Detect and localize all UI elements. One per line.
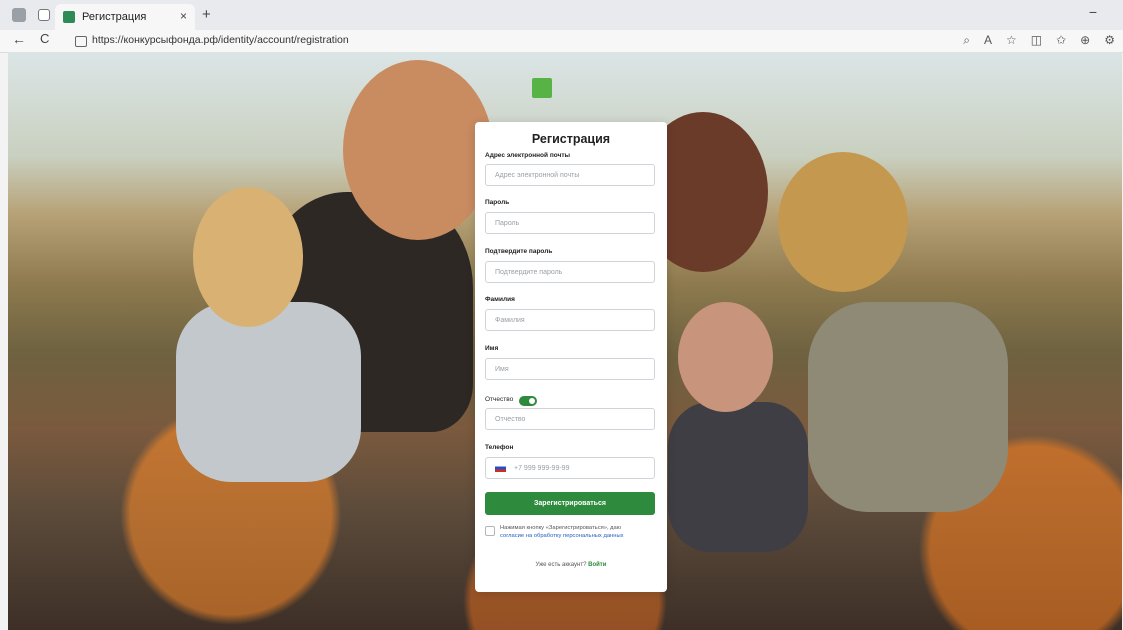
- login-link[interactable]: Войти: [588, 562, 606, 568]
- collections-icon[interactable]: ⊕: [1080, 33, 1090, 48]
- photo-figure: [176, 302, 361, 482]
- email-field[interactable]: Адрес электронной почты: [485, 164, 655, 186]
- patronymic-field[interactable]: Отчество: [485, 408, 655, 430]
- page-title: Регистрация: [531, 132, 611, 146]
- consent-link[interactable]: согласие на обработку персональных данны…: [500, 533, 624, 539]
- confirm-password-label: Подтвердите пароль: [485, 248, 553, 255]
- photo-figure: [343, 60, 493, 240]
- consent-text: Нажимая кнопку «Зарегистрироваться», даю…: [500, 524, 660, 540]
- back-button[interactable]: ←: [12, 31, 26, 47]
- first-name-field[interactable]: Имя: [485, 358, 655, 380]
- zoom-icon[interactable]: ⌕: [963, 33, 970, 48]
- url-text[interactable]: https://конкурсыфонда.рф/identity/accoun…: [92, 34, 349, 46]
- patronymic-toggle[interactable]: [519, 396, 537, 406]
- phone-label: Телефон: [485, 444, 514, 451]
- foundation-logo: [532, 78, 552, 98]
- patronymic-label: Отчество: [485, 396, 514, 403]
- photo-figure: [678, 302, 773, 412]
- reload-button[interactable]: C: [40, 31, 49, 46]
- read-aloud-icon[interactable]: A: [984, 33, 992, 48]
- browser-toolbar: ⌕ A ☆ ◫ ✩ ⊕ ⚙: [963, 33, 1115, 48]
- browser-tabbar: Регистрация × + −: [0, 0, 1123, 30]
- photo-figure: [778, 152, 908, 292]
- consent-text-main: Нажимая кнопку «Зарегистрироваться», даю: [500, 525, 622, 531]
- profile-icon[interactable]: [12, 8, 26, 22]
- site-favicon-icon: [63, 11, 75, 23]
- phone-placeholder: +7 999 999-99-99: [514, 464, 570, 472]
- first-name-label: Имя: [485, 345, 499, 352]
- browser-tab[interactable]: Регистрация ×: [55, 4, 195, 30]
- phone-field[interactable]: +7 999 999-99-99: [485, 457, 655, 479]
- login-row: Уже есть аккаунт? Войти: [475, 562, 667, 568]
- password-field[interactable]: Пароль: [485, 212, 655, 234]
- close-tab-icon[interactable]: ×: [180, 9, 187, 23]
- login-prompt: Уже есть аккаунт?: [535, 562, 587, 568]
- favorites-icon[interactable]: ✩: [1056, 33, 1066, 48]
- lock-icon[interactable]: [75, 36, 87, 47]
- russia-flag-icon[interactable]: [495, 464, 506, 472]
- tab-title: Регистрация: [82, 11, 147, 23]
- password-label: Пароль: [485, 199, 510, 206]
- minimize-button[interactable]: −: [1089, 4, 1097, 20]
- split-screen-icon[interactable]: ◫: [1031, 33, 1042, 48]
- photo-figure: [808, 302, 1008, 512]
- email-label: Адрес электронной почты: [485, 152, 571, 159]
- last-name-field[interactable]: Фамилия: [485, 309, 655, 331]
- new-tab-button[interactable]: +: [202, 6, 211, 23]
- address-bar: ← C https://конкурсыфонда.рф/identity/ac…: [0, 30, 1123, 53]
- extensions-icon[interactable]: ⚙: [1104, 33, 1115, 48]
- registration-card: Регистрация Адрес электронной почты Адре…: [475, 122, 667, 592]
- confirm-password-field[interactable]: Подтвердите пароль: [485, 261, 655, 283]
- photo-figure: [668, 402, 808, 552]
- consent-checkbox[interactable]: [485, 526, 495, 536]
- tab-actions-icon[interactable]: [38, 9, 50, 21]
- favorite-star-icon[interactable]: ☆: [1006, 33, 1017, 48]
- photo-figure: [193, 187, 303, 327]
- register-button[interactable]: Зарегистрироваться: [485, 492, 655, 515]
- last-name-label: Фамилия: [485, 296, 515, 303]
